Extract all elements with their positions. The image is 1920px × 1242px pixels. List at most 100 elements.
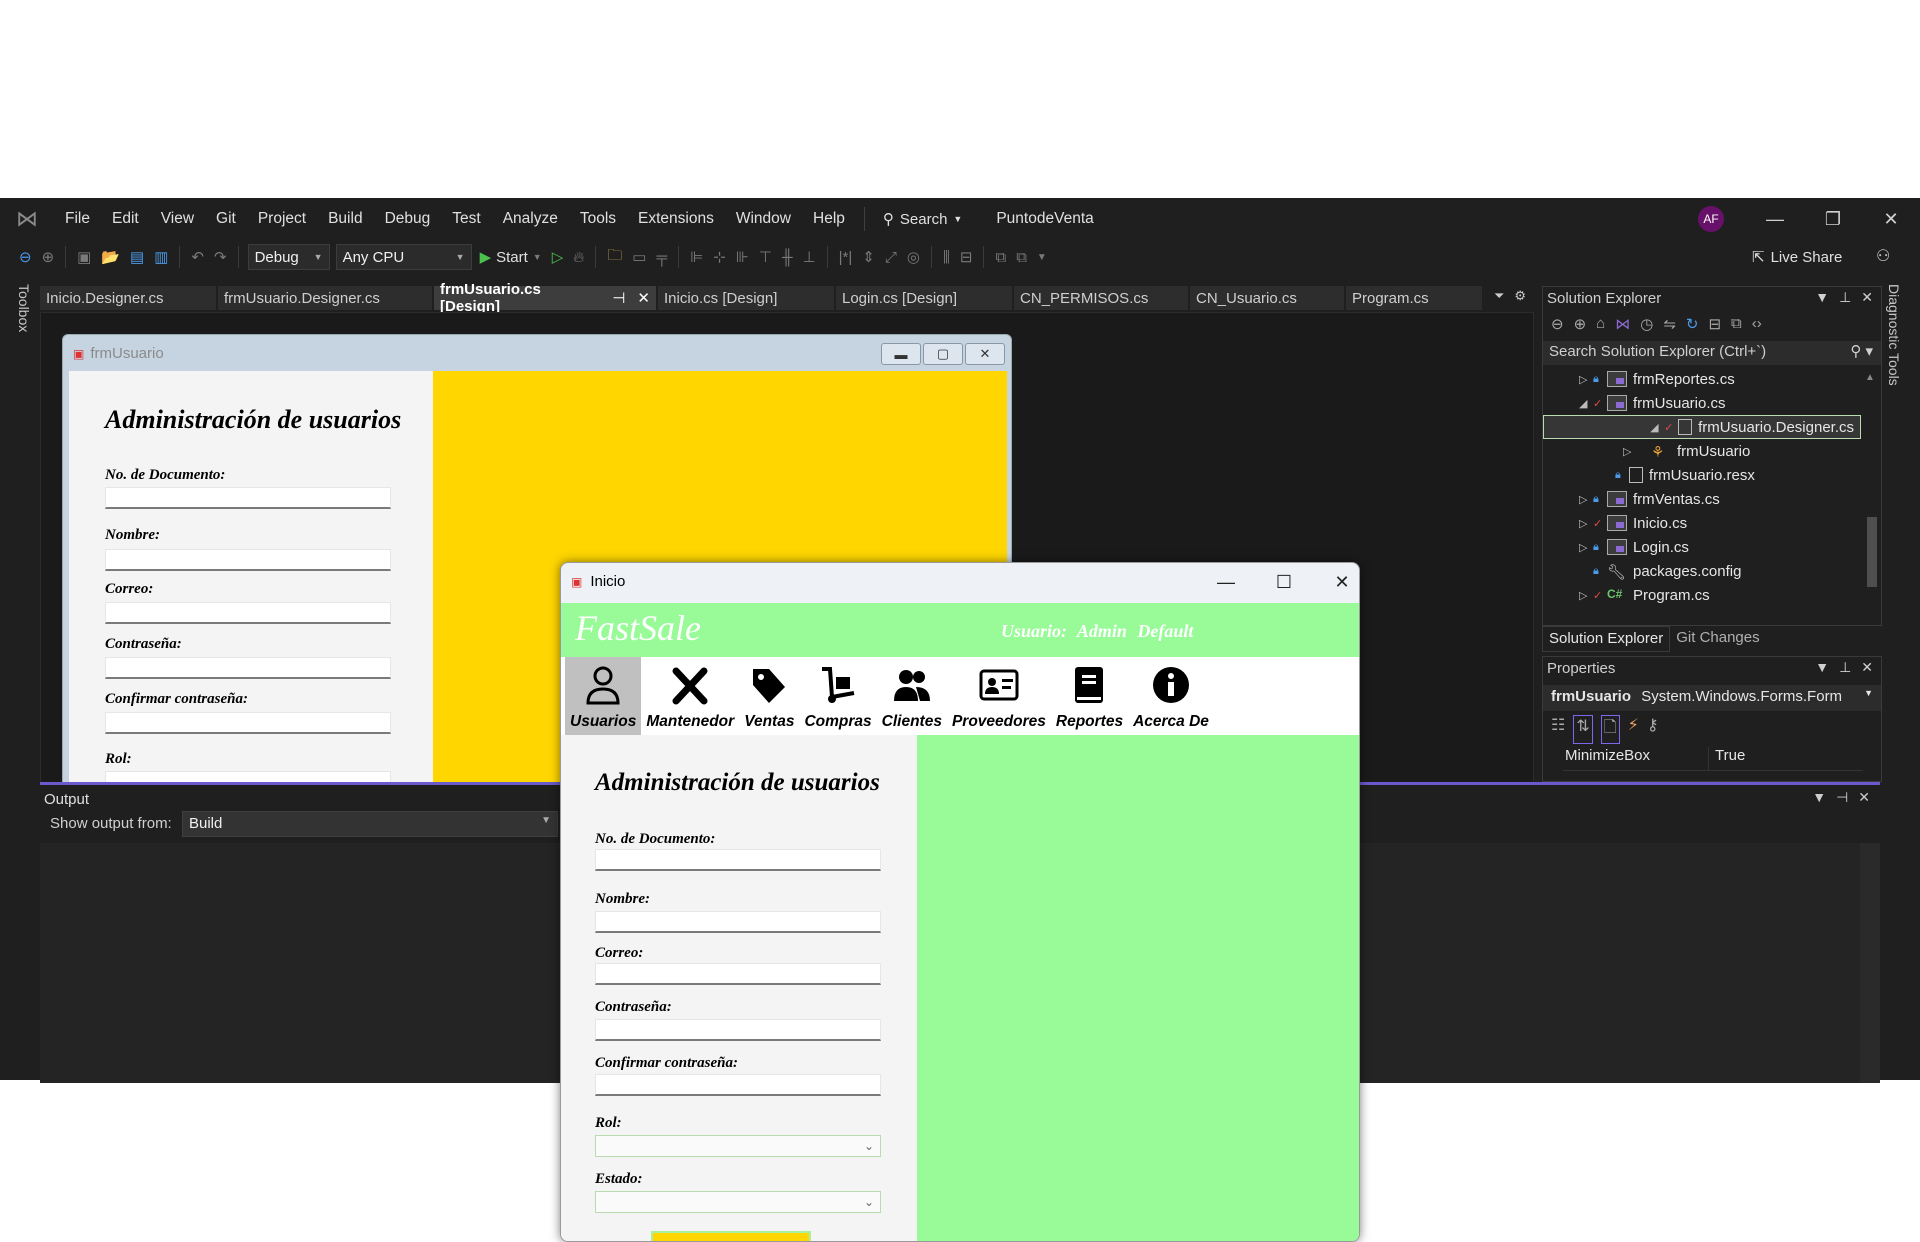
- zoom-icon[interactable]: ◎: [907, 248, 920, 266]
- confirmar-contrasena-input[interactable]: [595, 1074, 881, 1096]
- collapse-icon[interactable]: ◢: [1579, 397, 1593, 410]
- tree-item[interactable]: ▷ 🔒︎ frmReportes.cs: [1543, 367, 1861, 391]
- frm-input-confirmar[interactable]: [105, 712, 391, 734]
- collapse-all-icon[interactable]: ⊟: [1708, 315, 1721, 333]
- forward-icon[interactable]: ⊕: [1574, 315, 1587, 333]
- menu-mantenedor[interactable]: Mantenedor: [641, 657, 739, 735]
- menu-test[interactable]: Test: [441, 210, 491, 228]
- alphabetical-icon[interactable]: ⇅: [1573, 715, 1593, 744]
- tab-frmusuario-designer[interactable]: frmUsuario.Designer.cs: [218, 286, 432, 310]
- menu-compras[interactable]: Compras: [799, 657, 876, 735]
- restore-button[interactable]: ❐: [1818, 204, 1848, 234]
- close-tab-icon[interactable]: ✕: [637, 289, 650, 307]
- tree-item[interactable]: ▷ 🔒︎ Login.cs: [1543, 535, 1861, 559]
- maximize-icon[interactable]: ▢: [923, 343, 963, 365]
- expand-icon[interactable]: ▷: [1579, 517, 1593, 530]
- search-button[interactable]: ⚲ Search ▼: [873, 210, 972, 229]
- window-position-icon[interactable]: ▼: [1815, 659, 1829, 676]
- align-middles-icon[interactable]: ╫: [782, 249, 793, 266]
- close-icon[interactable]: ✕: [1858, 789, 1870, 806]
- minimize-icon[interactable]: ▬: [881, 343, 921, 365]
- menu-build[interactable]: Build: [317, 210, 373, 228]
- tree-item[interactable]: ▷ 🔒︎ frmVentas.cs: [1543, 487, 1861, 511]
- align-lefts-icon[interactable]: ⊫: [690, 248, 703, 266]
- tree-item-selected[interactable]: ◢ ✓ frmUsuario.Designer.cs: [1543, 415, 1861, 439]
- close-icon[interactable]: ✕: [965, 343, 1005, 365]
- events-icon[interactable]: ⚡︎: [1628, 715, 1639, 744]
- property-value[interactable]: True: [1709, 747, 1745, 770]
- expand-icon[interactable]: ▷: [1623, 445, 1637, 458]
- start-icon[interactable]: ▶: [480, 248, 492, 266]
- undo-icon[interactable]: ↶: [191, 248, 204, 266]
- expand-icon[interactable]: ▷: [1579, 541, 1593, 554]
- layout-icon[interactable]: ▭: [632, 248, 646, 266]
- size-to-grid-icon[interactable]: ⤢: [885, 249, 897, 266]
- pin-icon[interactable]: ⊣: [1836, 789, 1848, 806]
- account-avatar[interactable]: AF: [1698, 206, 1724, 232]
- pin-icon[interactable]: ⊥: [1839, 659, 1851, 676]
- menu-edit[interactable]: Edit: [101, 210, 150, 228]
- center-horizontally-icon[interactable]: ⫼: [943, 249, 950, 266]
- make-same-width-icon[interactable]: |*|: [839, 249, 853, 266]
- pending-changes-filter-icon[interactable]: ◷: [1640, 315, 1653, 333]
- make-same-height-icon[interactable]: ⇕: [862, 248, 875, 266]
- frm-input-contrasena[interactable]: [105, 657, 391, 679]
- tree-item[interactable]: ▷ ✓ Inicio.cs: [1543, 511, 1861, 535]
- frm-input-nombre[interactable]: [105, 549, 391, 571]
- menu-git[interactable]: Git: [205, 210, 247, 228]
- frm-input-documento[interactable]: [105, 487, 391, 509]
- start-without-debugging-icon[interactable]: ▷: [552, 248, 564, 266]
- toolbox-tab[interactable]: Toolbox: [10, 284, 32, 332]
- configuration-dropdown[interactable]: Debug ▼: [247, 244, 330, 270]
- switch-views-icon[interactable]: ⋈: [1615, 315, 1630, 333]
- refresh-icon[interactable]: ↻: [1686, 315, 1699, 333]
- close-icon[interactable]: ✕: [1861, 659, 1873, 676]
- tree-item[interactable]: 🔒︎ 🔧︎ packages.config: [1543, 559, 1861, 583]
- navigate-forward-icon[interactable]: ⊕: [42, 248, 55, 266]
- menu-debug[interactable]: Debug: [374, 210, 442, 228]
- align-bottoms-icon[interactable]: ⊥: [803, 248, 816, 266]
- find-in-files-icon[interactable]: 🗀: [607, 245, 622, 270]
- search-icon[interactable]: ⚲ ▾: [1850, 342, 1873, 360]
- align-to-grid-icon[interactable]: ╤: [656, 249, 667, 266]
- redo-icon[interactable]: ↷: [214, 248, 227, 266]
- tree-item[interactable]: ▷ ⚘ frmUsuario: [1543, 439, 1861, 463]
- save-button[interactable]: [651, 1231, 811, 1241]
- tab-solution-explorer[interactable]: Solution Explorer: [1542, 626, 1671, 652]
- contrasena-input[interactable]: [595, 1019, 881, 1041]
- pin-icon[interactable]: ⊥: [1839, 289, 1851, 306]
- toolbar-overflow-icon[interactable]: ▼: [1037, 252, 1047, 263]
- menu-usuarios[interactable]: Usuarios: [565, 657, 642, 735]
- expand-icon[interactable]: ▷: [1579, 373, 1593, 386]
- documento-input[interactable]: [595, 849, 881, 871]
- menu-extensions[interactable]: Extensions: [627, 210, 725, 228]
- menu-clientes[interactable]: Clientes: [877, 657, 947, 735]
- bring-to-front-icon[interactable]: ⧉: [995, 249, 1006, 266]
- window-position-icon[interactable]: ▼: [1815, 289, 1829, 306]
- send-to-back-icon[interactable]: ⧉: [1016, 249, 1027, 266]
- minimize-button[interactable]: —: [1760, 204, 1790, 234]
- view-code-icon[interactable]: ‹›: [1752, 315, 1762, 333]
- open-file-icon[interactable]: 📂: [101, 248, 120, 266]
- menu-acerca-de[interactable]: Acerca De: [1128, 657, 1214, 735]
- menu-view[interactable]: View: [150, 210, 205, 228]
- tab-inicio-designer[interactable]: Inicio.Designer.cs: [40, 286, 216, 310]
- center-vertically-icon[interactable]: ⊟: [960, 248, 973, 266]
- feedback-icon[interactable]: ⚇: [1876, 246, 1890, 266]
- window-position-icon[interactable]: ▼: [1812, 789, 1826, 806]
- menu-project[interactable]: Project: [247, 210, 317, 228]
- properties-object-selector[interactable]: frmUsuario System.Windows.Forms.Form ▼: [1543, 685, 1881, 711]
- hot-reload-icon[interactable]: 🔥︎: [573, 249, 584, 266]
- tab-list-dropdown-icon[interactable]: ⏷: [1494, 288, 1504, 304]
- menu-proveedores[interactable]: Proveedores: [947, 657, 1051, 735]
- tab-cn-usuario[interactable]: CN_Usuario.cs: [1190, 286, 1344, 310]
- solution-scrollbar-thumb[interactable]: [1867, 517, 1877, 587]
- tab-program[interactable]: Program.cs: [1346, 286, 1482, 310]
- property-row[interactable]: MinimizeBox True: [1563, 747, 1863, 771]
- tree-item[interactable]: 🔒︎ frmUsuario.resx: [1543, 463, 1861, 487]
- menu-reportes[interactable]: Reportes: [1051, 657, 1128, 735]
- tab-login-design[interactable]: Login.cs [Design]: [836, 286, 1012, 310]
- nombre-input[interactable]: [595, 911, 881, 933]
- align-rights-icon[interactable]: ⊪: [736, 248, 749, 266]
- solution-search-input[interactable]: Search Solution Explorer (Ctrl+`) ⚲ ▾: [1543, 341, 1881, 365]
